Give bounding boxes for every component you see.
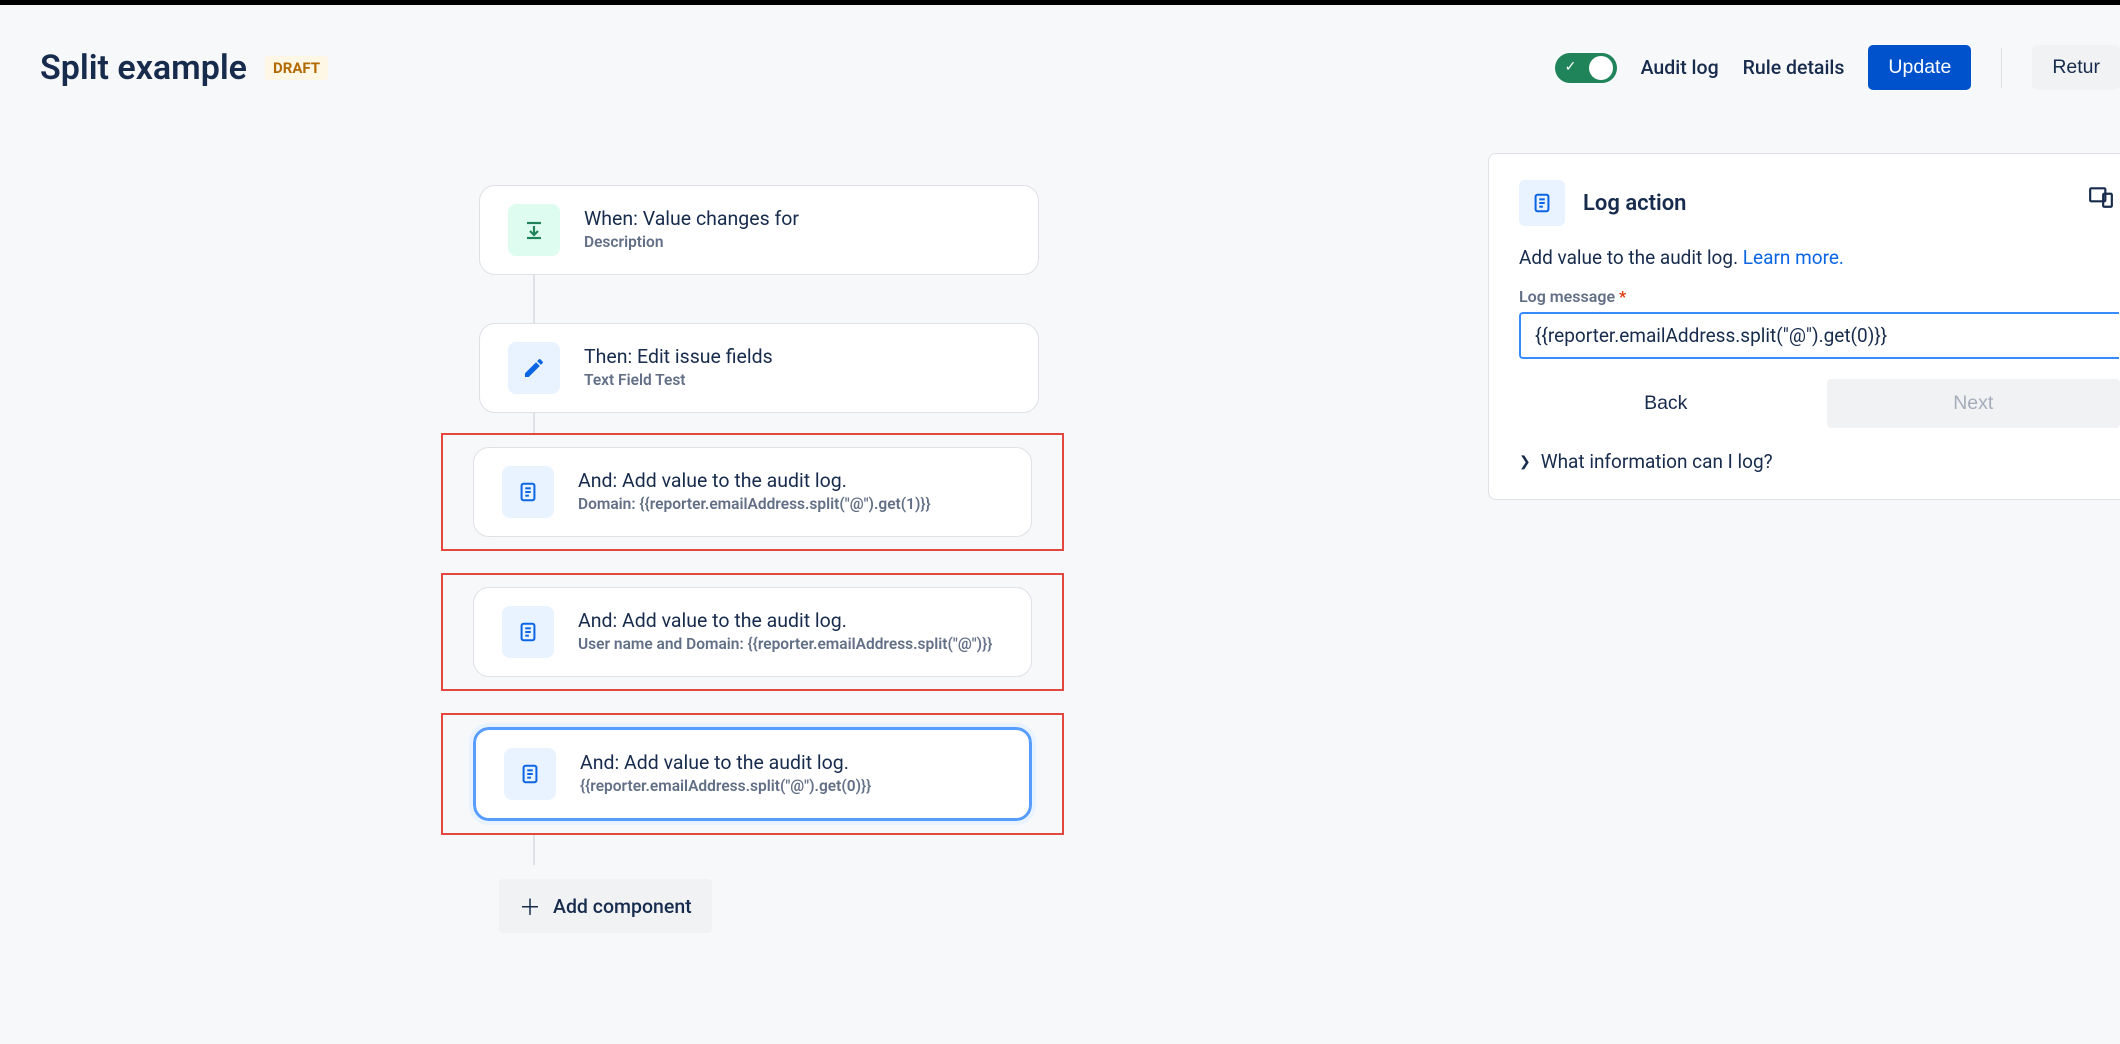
clipboard-icon (502, 466, 554, 518)
log-node-2[interactable]: And: Add value to the audit log. User na… (473, 587, 1032, 677)
header-actions: ✓ Audit log Rule details Update Retur (1555, 45, 2120, 90)
connector (533, 835, 535, 865)
log-message-input[interactable] (1519, 312, 2119, 359)
plus-icon: ＋ (519, 890, 541, 922)
log1-title: And: Add value to the audit log. (578, 469, 931, 492)
back-button[interactable]: Back (1519, 379, 1813, 428)
audit-log-link[interactable]: Audit log (1641, 56, 1719, 79)
vertical-divider (2001, 48, 2002, 88)
required-marker: * (1619, 287, 1626, 306)
trigger-text: When: Value changes for Description (584, 207, 799, 252)
clipboard-icon (1519, 180, 1565, 226)
clipboard-icon (502, 606, 554, 658)
clipboard-icon (504, 748, 556, 800)
rule-flow: When: Value changes for Description Then… (479, 185, 1039, 933)
enable-toggle[interactable]: ✓ (1555, 53, 1617, 83)
connector (533, 413, 535, 433)
learn-more-link[interactable]: Learn more. (1743, 246, 1844, 269)
panel-description: Add value to the audit log. Learn more. (1519, 246, 2120, 269)
edit-node[interactable]: Then: Edit issue fields Text Field Test (479, 323, 1039, 413)
trigger-title: When: Value changes for (584, 207, 799, 230)
rule-details-link[interactable]: Rule details (1743, 56, 1845, 79)
panel-desc-text: Add value to the audit log. (1519, 246, 1743, 269)
add-component-label: Add component (553, 895, 692, 918)
panel-title: Log action (1583, 191, 1686, 216)
status-badge: DRAFT (265, 56, 328, 80)
log3-sub: {{reporter.emailAddress.split("@").get(0… (580, 776, 871, 796)
trigger-node[interactable]: When: Value changes for Description (479, 185, 1039, 275)
connector (533, 275, 535, 323)
highlight-box-3: And: Add value to the audit log. {{repor… (441, 713, 1064, 835)
panel-buttons: Back Next (1519, 379, 2120, 428)
spacer (479, 551, 1039, 573)
log2-title: And: Add value to the audit log. (578, 609, 992, 632)
log2-text: And: Add value to the audit log. User na… (578, 609, 992, 654)
highlight-box-1: And: Add value to the audit log. Domain:… (441, 433, 1064, 551)
panel-header: Log action (1519, 180, 2120, 226)
log3-text: And: Add value to the audit log. {{repor… (580, 751, 871, 796)
page-header: Split example DRAFT ✓ Audit log Rule det… (0, 5, 2120, 110)
expander-label: What information can I log? (1541, 450, 1773, 473)
log-node-3[interactable]: And: Add value to the audit log. {{repor… (473, 727, 1032, 821)
check-icon: ✓ (1565, 59, 1577, 75)
log-node-1[interactable]: And: Add value to the audit log. Domain:… (473, 447, 1032, 537)
log-message-label: Log message * (1519, 287, 2120, 306)
devices-icon[interactable] (2088, 184, 2114, 210)
title-group: Split example DRAFT (40, 48, 328, 88)
spacer (479, 691, 1039, 713)
return-button[interactable]: Retur (2032, 45, 2120, 90)
trigger-sub: Description (584, 232, 799, 252)
rule-title: Split example (40, 48, 247, 88)
highlight-box-2: And: Add value to the audit log. User na… (441, 573, 1064, 691)
log-action-panel: Log action Add value to the audit log. L… (1488, 153, 2120, 500)
add-component-button[interactable]: ＋ Add component (499, 879, 712, 933)
next-button[interactable]: Next (1827, 379, 2120, 428)
update-button[interactable]: Update (1868, 45, 1971, 90)
edit-title: Then: Edit issue fields (584, 345, 773, 368)
log1-text: And: Add value to the audit log. Domain:… (578, 469, 931, 514)
pencil-icon (508, 342, 560, 394)
trigger-icon (508, 204, 560, 256)
log2-sub: User name and Domain: {{reporter.emailAd… (578, 634, 992, 654)
log1-sub: Domain: {{reporter.emailAddress.split("@… (578, 494, 931, 514)
edit-text: Then: Edit issue fields Text Field Test (584, 345, 773, 390)
log3-title: And: Add value to the audit log. (580, 751, 871, 774)
info-expander[interactable]: ❯ What information can I log? (1519, 450, 2120, 473)
chevron-right-icon: ❯ (1519, 454, 1531, 470)
edit-sub: Text Field Test (584, 370, 773, 390)
